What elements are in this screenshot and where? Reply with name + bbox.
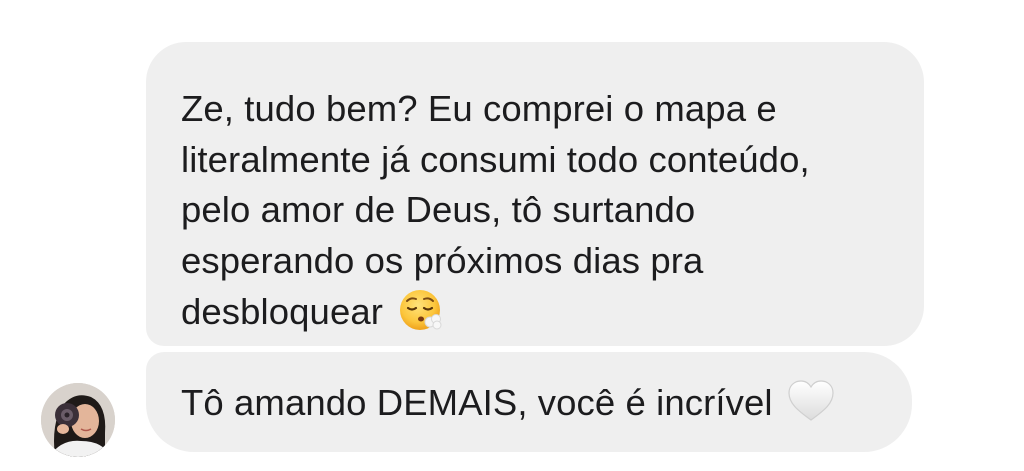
message-bubble-2[interactable]: Tô amando DEMAIS, você é incrível — [146, 352, 912, 452]
message-bubble-1[interactable]: Ze, tudo bem? Eu comprei o mapa e litera… — [146, 42, 924, 346]
message-2-line-1-text: Tô amando DEMAIS, você é incrível — [181, 382, 773, 423]
sender-avatar[interactable] — [41, 383, 115, 457]
white-heart-emoji-icon — [787, 379, 835, 423]
exhaling-face-emoji-icon — [397, 286, 445, 334]
message-1-line-5-text: desbloquear — [181, 291, 384, 332]
message-1-line-5: desbloquear — [181, 286, 894, 338]
message-text-1: Ze, tudo bem? Eu comprei o mapa e litera… — [181, 84, 894, 338]
message-1-line-2: literalmente já consumi todo conteúdo, — [181, 138, 810, 180]
message-text-2: Tô amando DEMAIS, você é incrível — [181, 378, 882, 429]
message-2-line-1: Tô amando DEMAIS, você é incrível — [181, 378, 882, 429]
message-1-line-1: Ze, tudo bem? Eu comprei o mapa e — [181, 88, 777, 129]
message-1-line-4: esperando os próximos dias pra — [181, 239, 704, 281]
message-1-line-3: pelo amor de Deus, tô surtando — [181, 189, 696, 230]
